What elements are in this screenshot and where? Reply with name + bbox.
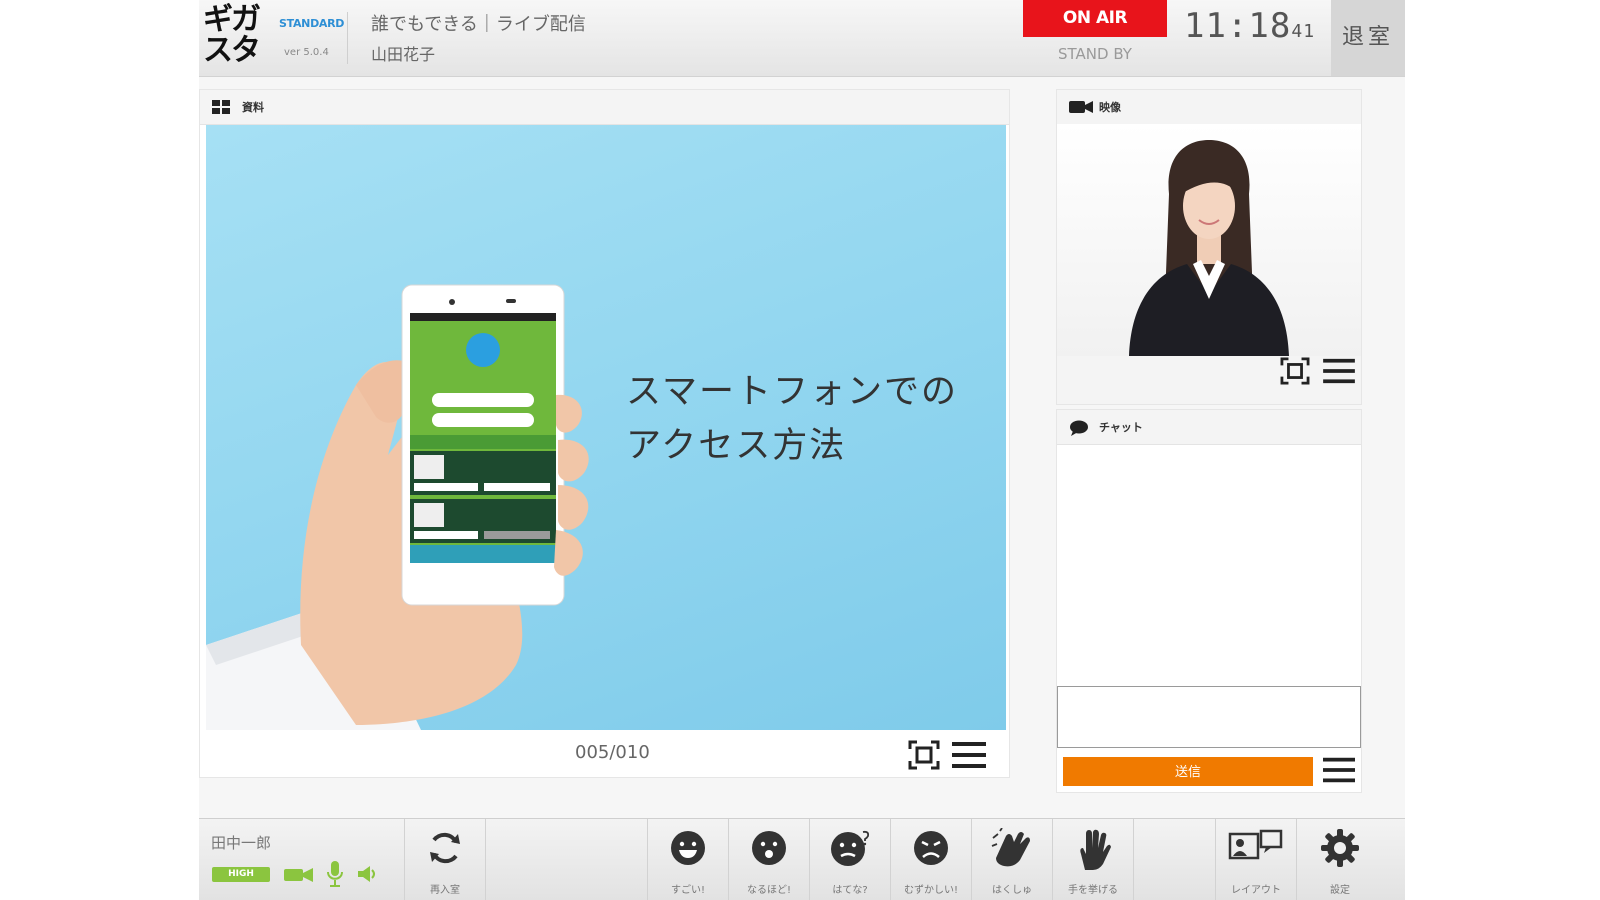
logo-line-2: スタ [203,33,261,68]
presenter-video-image [1129,140,1289,356]
raise-hand-button[interactable]: 手を挙げる [1053,819,1133,900]
video-camera-icon [1069,100,1093,117]
page-counter: 005/010 [575,742,650,763]
raised-hand-icon [1080,829,1111,870]
frowning-face-icon [914,831,948,865]
presentation-slide: スマートフォンでの アクセス方法 [206,125,1006,730]
reaction-applause-label: はくしゅ [992,885,1032,896]
toolbar-separator [485,819,486,900]
slide-title-line-1: スマートフォンでの [626,372,958,412]
slide-title-line-2: アクセス方法 [626,426,847,466]
grinning-face-icon [671,831,705,865]
confused-face-icon [831,830,870,866]
version-label: ver 5.0.4 [284,47,329,58]
reconnect-label: 再入室 [430,885,460,896]
send-button[interactable]: 送信 [1063,757,1313,786]
broadcast-status: STAND BY [1058,45,1132,63]
slide-title: スマートフォンでの アクセス方法 [626,365,958,473]
grid-icon [212,100,230,117]
toolbar-separator [1133,819,1134,900]
reaction-question-label: はてな? [832,885,868,896]
surprised-face-icon [752,831,786,865]
settings-button[interactable]: 設定 [1297,819,1383,900]
camera-status-icon[interactable] [284,867,314,887]
material-panel-label: 資料 [242,101,264,114]
gear-icon [1321,829,1359,867]
chat-panel-header: チャット [1057,410,1361,445]
chat-input[interactable] [1057,686,1361,748]
layout-icon [1228,829,1283,860]
course-title: 誰でもできる｜ライブ配信 [371,14,586,35]
chat-panel-label: チャット [1099,421,1143,434]
clock-seconds: 41 [1291,21,1316,42]
material-panel-header: 資料 [200,90,1009,125]
speech-bubble-icon [1069,420,1089,439]
on-air-button[interactable]: ON AIR [1023,0,1167,37]
speaker-icon[interactable] [357,865,377,887]
reaction-applause-button[interactable]: はくしゅ [972,819,1052,900]
reaction-i-see-label: なるほど! [746,885,791,896]
menu-icon[interactable] [952,740,986,774]
reaction-question-button[interactable]: はてな? [810,819,890,900]
reaction-great-button[interactable]: すごい! [648,819,728,900]
reconnect-button[interactable]: 再入室 [405,819,485,900]
slide-footer: 005/010 [200,731,1009,777]
settings-label: 設定 [1330,885,1350,896]
bottom-toolbar: 田中一郎 HIGH 再入室 すごい! なるほど! はてな? むずかしい! はくし… [199,818,1405,900]
reaction-difficult-button[interactable]: むずかしい! [891,819,971,900]
logo-line-1: ギガ [203,2,261,37]
clock-hours-minutes: 11:18 [1184,6,1292,46]
video-panel-label: 映像 [1099,101,1121,114]
chat-messages-area [1057,445,1361,685]
fullscreen-icon[interactable] [908,740,940,774]
video-panel-header: 映像 [1057,90,1361,125]
reaction-i-see-button[interactable]: なるほど! [729,819,809,900]
microphone-icon[interactable] [327,861,343,891]
clock: 11:1841 [1184,6,1315,46]
reaction-great-label: すごい! [670,885,705,896]
layout-label: レイアウト [1231,885,1281,896]
clapping-hands-icon [991,828,1030,867]
layout-button[interactable]: レイアウト [1216,819,1296,900]
exit-button[interactable]: 退室 [1331,0,1405,76]
chat-menu-icon[interactable] [1323,755,1355,789]
header-bar: ギガ スタ STANDARD ver 5.0.4 誰でもできる｜ライブ配信 山田… [199,0,1405,77]
presenter-name: 山田花子 [371,45,436,64]
video-panel: 映像 [1056,89,1362,405]
video-fullscreen-icon[interactable] [1280,357,1310,389]
material-panel: 資料 スマートフォンでの アクセス方法 005/010 [199,89,1010,778]
refresh-icon [430,832,460,864]
app-logo: ギガ スタ [203,4,267,70]
reaction-difficult-label: むずかしい! [903,885,958,896]
quality-badge: HIGH [212,867,270,882]
chat-panel: チャット 送信 [1056,409,1362,793]
edition-label: STANDARD [279,17,345,30]
video-menu-icon[interactable] [1323,357,1355,389]
raise-hand-label: 手を挙げる [1068,885,1118,896]
user-name: 田中一郎 [211,834,272,852]
presenter-video [1057,124,1361,356]
app-window: ギガ スタ STANDARD ver 5.0.4 誰でもできる｜ライブ配信 山田… [199,0,1405,900]
header-divider [347,12,348,64]
